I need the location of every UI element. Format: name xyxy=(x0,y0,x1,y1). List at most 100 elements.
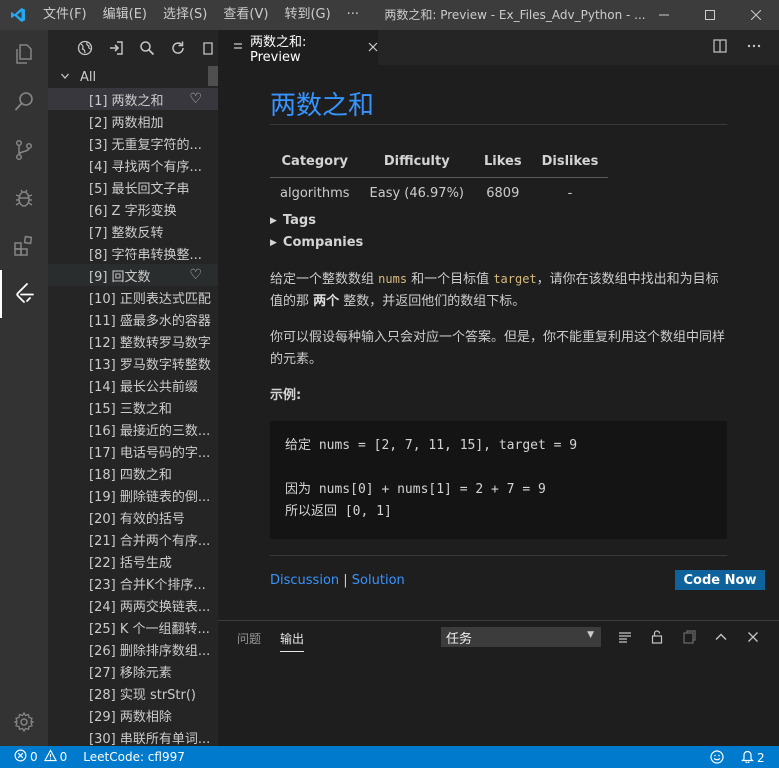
close-window-button[interactable] xyxy=(733,0,779,30)
problem-item-30[interactable]: [30] 串联所有单词... xyxy=(48,726,218,747)
problem-item-17[interactable]: [17] 电话号码的字... xyxy=(48,440,218,462)
sign-in-icon[interactable] xyxy=(107,38,126,58)
vscode-logo-icon xyxy=(0,0,35,30)
problem-item-7[interactable]: [7] 整数反转 xyxy=(48,220,218,242)
split-editor-icon[interactable] xyxy=(712,38,730,56)
more-actions-icon[interactable] xyxy=(746,38,764,56)
minimize-button[interactable] xyxy=(641,0,687,30)
problem-item-21[interactable]: [21] 合并两个有序... xyxy=(48,528,218,550)
problem-item-13[interactable]: [13] 罗马数字转整数 xyxy=(48,352,218,374)
menu-view[interactable]: 查看(V) xyxy=(215,0,276,30)
problem-item-5[interactable]: [5] 最长回文子串 xyxy=(48,176,218,198)
problem-item-27[interactable]: [27] 移除元素 xyxy=(48,660,218,682)
problem-item-23[interactable]: [23] 合并K个排序... xyxy=(48,572,218,594)
menu-file[interactable]: 文件(F) xyxy=(35,0,95,30)
tab-problems[interactable]: 问题 xyxy=(237,630,261,651)
chevron-up-icon[interactable] xyxy=(713,629,729,645)
close-icon[interactable] xyxy=(368,40,378,56)
leetcode-icon[interactable] xyxy=(0,270,48,318)
table-header: Likes xyxy=(474,147,532,178)
tab-label: 两数之和: Preview xyxy=(250,34,307,65)
output-channel-select[interactable]: 任务 ▼ xyxy=(441,627,601,647)
sidebar-scrollbar[interactable] xyxy=(208,66,218,86)
code-line: 给定 nums = [2, 7, 11, 15], target = 9 xyxy=(285,438,578,453)
problem-item-2[interactable]: [2] 两数相加 xyxy=(48,110,218,132)
problem-group-all[interactable]: All xyxy=(48,66,218,88)
triangle-right-icon: ▶ xyxy=(270,215,277,226)
warning-count: 0 xyxy=(59,750,68,764)
problem-list: [1] 两数之和 ♡ [2] 两数相加 [3] 无重复字符的... [4] 寻找两… xyxy=(48,88,218,746)
sidebar-toolbar xyxy=(48,30,218,66)
explorer-icon[interactable] xyxy=(0,30,48,78)
tab-preview[interactable]: 两数之和: Preview xyxy=(218,30,378,65)
problem-item-6[interactable]: [6] Z 字形变换 xyxy=(48,198,218,220)
preview-icon xyxy=(232,40,244,55)
problem-item-15[interactable]: [15] 三数之和 xyxy=(48,396,218,418)
problem-item-26[interactable]: [26] 删除排序数组... xyxy=(48,638,218,660)
heart-icon[interactable]: ♡ xyxy=(189,267,202,283)
problem-item-29[interactable]: [29] 两数相除 xyxy=(48,704,218,726)
globe-icon[interactable] xyxy=(76,38,95,58)
code-line: 所以返回 [0, 1] xyxy=(285,504,392,519)
lock-icon[interactable] xyxy=(649,629,665,645)
refresh-icon[interactable] xyxy=(168,38,187,58)
editor-tab-bar: 两数之和: Preview xyxy=(218,30,779,65)
problem-item-24[interactable]: [24] 两两交换链表... xyxy=(48,594,218,616)
status-bar: 0 0 LeetCode: cfl997 2 xyxy=(0,746,779,768)
collapse-icon[interactable] xyxy=(199,38,218,58)
problem-item-19[interactable]: [19] 删除链表的倒... xyxy=(48,484,218,506)
solution-link[interactable]: Solution xyxy=(352,573,405,588)
problem-item-16[interactable]: [16] 最接近的三数... xyxy=(48,418,218,440)
problem-preview: 两数之和 Category Difficulty Likes Dislikes … xyxy=(218,65,779,620)
menu-selection[interactable]: 选择(S) xyxy=(155,0,215,30)
notifications-status[interactable]: 2 xyxy=(741,749,765,766)
settings-gear-icon[interactable] xyxy=(0,698,48,746)
likes-value: 6809 xyxy=(486,185,520,201)
code-line: 因为 nums[0] + nums[1] = 2 + 7 = 9 xyxy=(285,482,546,497)
tab-output[interactable]: 输出 xyxy=(280,630,305,652)
close-panel-icon[interactable] xyxy=(745,629,761,645)
table-header: Dislikes xyxy=(531,147,609,178)
companies-toggle[interactable]: ▶ Companies xyxy=(270,235,363,250)
maximize-button[interactable] xyxy=(687,0,733,30)
search-problem-icon[interactable] xyxy=(138,38,157,58)
source-control-icon[interactable] xyxy=(0,126,48,174)
open-log-icon[interactable] xyxy=(681,629,697,645)
problem-item-1[interactable]: [1] 两数之和 ♡ xyxy=(48,88,218,110)
problem-item-25[interactable]: [25] K 个一组翻转... xyxy=(48,616,218,638)
problem-item-4[interactable]: [4] 寻找两个有序... xyxy=(48,154,218,176)
chevron-down-icon xyxy=(60,71,72,84)
footer-links: Discussion | Solution xyxy=(270,573,405,588)
problem-item-14[interactable]: [14] 最长公共前缀 xyxy=(48,374,218,396)
problems-status[interactable]: 0 0 xyxy=(14,749,67,765)
menu-go[interactable]: 转到(G) xyxy=(276,0,338,30)
example-code-block: 给定 nums = [2, 7, 11, 15], target = 9 因为 … xyxy=(270,421,727,539)
search-icon[interactable] xyxy=(0,78,48,126)
problem-item-18[interactable]: [18] 四数之和 xyxy=(48,462,218,484)
tags-toggle[interactable]: ▶ Tags xyxy=(270,213,316,228)
extensions-icon[interactable] xyxy=(0,222,48,270)
notification-count: 2 xyxy=(757,750,765,765)
title-bar: 文件(F) 编辑(E) 选择(S) 查看(V) 转到(G) ··· 两数之和: … xyxy=(0,0,779,30)
problem-item-10[interactable]: [10] 正则表达式匹配 xyxy=(48,286,218,308)
debug-icon[interactable] xyxy=(0,174,48,222)
leetcode-account-status[interactable]: LeetCode: cfl997 xyxy=(83,750,185,764)
problem-item-12[interactable]: [12] 整数转罗马数字 xyxy=(48,330,218,352)
menu-edit[interactable]: 编辑(E) xyxy=(95,0,155,30)
problem-item-20[interactable]: [20] 有效的括号 xyxy=(48,506,218,528)
menu-more[interactable]: ··· xyxy=(339,0,367,30)
warning-icon xyxy=(43,749,57,765)
problem-item-8[interactable]: [8] 字符串转换整... xyxy=(48,242,218,264)
discussion-link[interactable]: Discussion xyxy=(270,573,339,588)
problem-item-3[interactable]: [3] 无重复字符的... xyxy=(48,132,218,154)
code-now-button[interactable]: Code Now xyxy=(675,570,765,590)
window-title: 两数之和: Preview - Ex_Files_Adv_Python - ..… xyxy=(384,8,646,22)
divider xyxy=(270,124,727,125)
problem-item-11[interactable]: [11] 盛最多水的容器 xyxy=(48,308,218,330)
problem-item-9[interactable]: [9] 回文数 ♡ xyxy=(48,264,218,286)
heart-icon[interactable]: ♡ xyxy=(189,91,202,107)
problem-item-22[interactable]: [22] 括号生成 xyxy=(48,550,218,572)
problem-item-28[interactable]: [28] 实现 strStr() xyxy=(48,682,218,704)
feedback-smiley-icon[interactable] xyxy=(710,750,724,764)
clear-output-icon[interactable] xyxy=(617,629,633,645)
